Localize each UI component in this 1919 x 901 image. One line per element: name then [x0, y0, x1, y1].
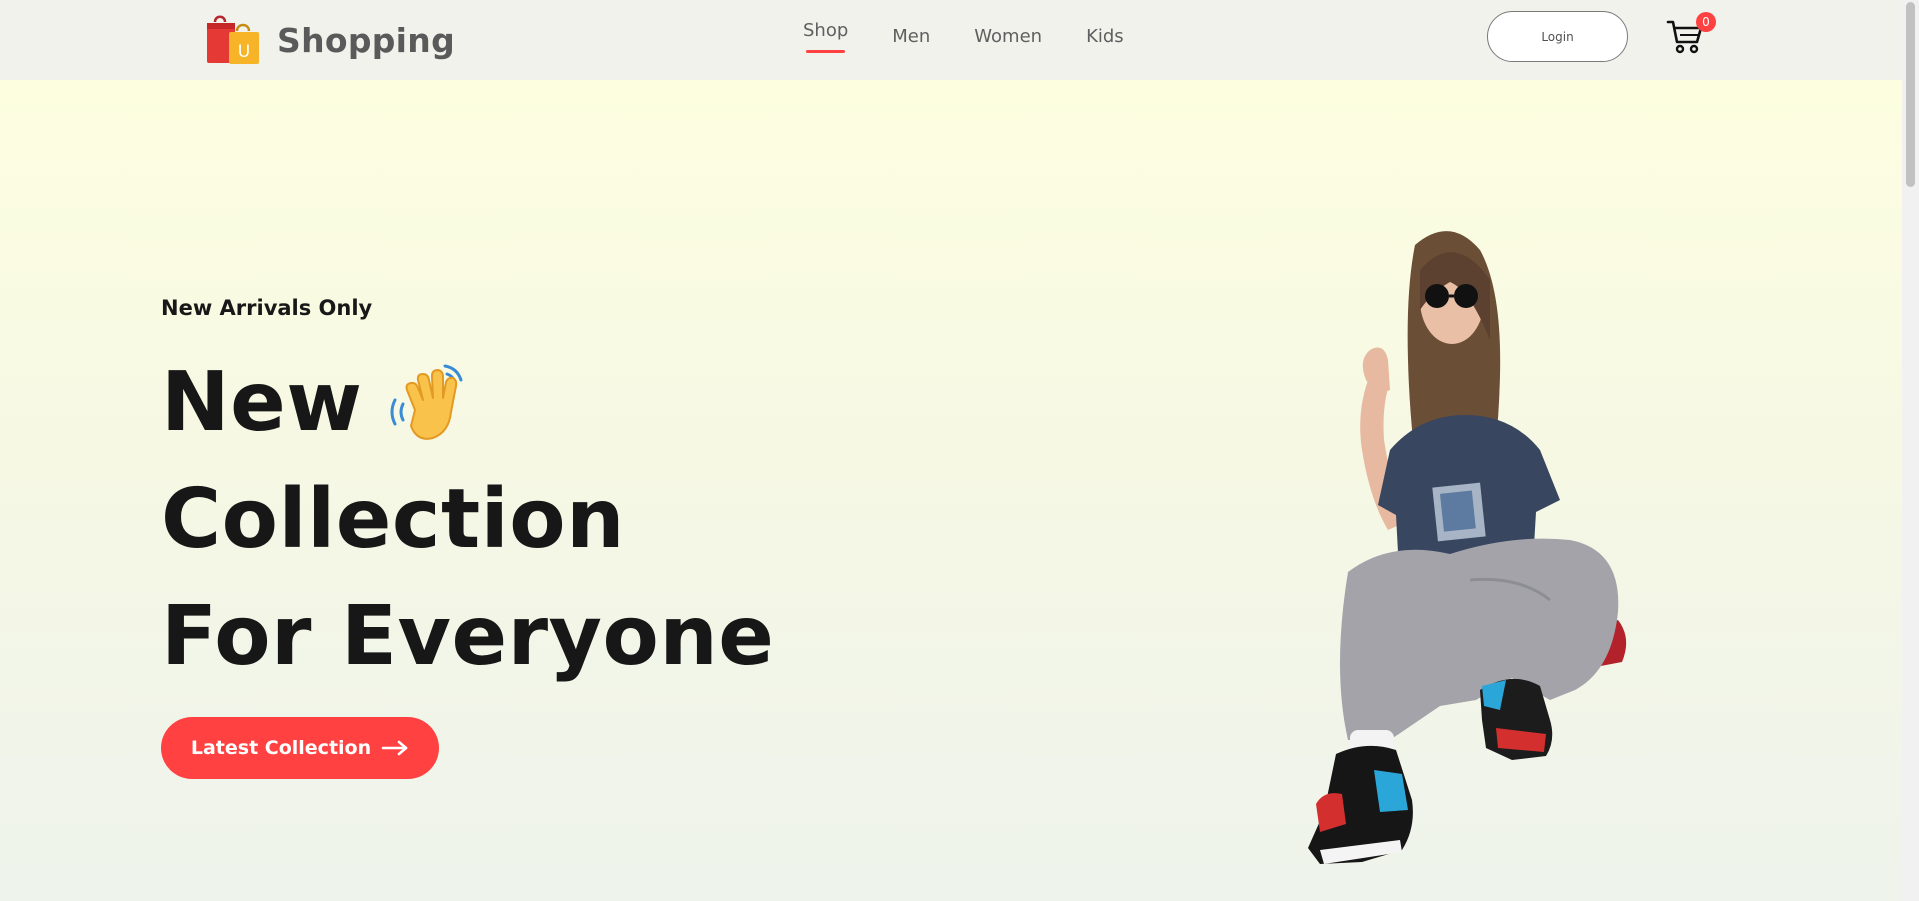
hero-image-container — [1250, 200, 1700, 901]
fashion-model-image — [1308, 231, 1627, 864]
shopping-bag-icon: U — [207, 15, 259, 64]
headline-line-text: New — [161, 355, 363, 450]
scrollbar-thumb[interactable] — [1906, 2, 1915, 187]
nav-item-label: Kids — [1086, 26, 1124, 47]
brand-name: Shopping — [277, 20, 456, 60]
hero-kicker: New Arrivals Only — [161, 296, 373, 320]
cart-count-badge: 0 — [1696, 12, 1716, 32]
cart-button[interactable]: 0 — [1666, 12, 1716, 57]
nav-item-label: Men — [892, 26, 931, 47]
hero-section: New Arrivals Only New Collection For Eve… — [0, 80, 1919, 901]
main-nav: Shop Men Women Kids — [803, 20, 1124, 56]
hero-headline: New Collection For Everyone — [161, 344, 774, 695]
nav-item-shop[interactable]: Shop — [803, 20, 848, 56]
svg-text:U: U — [238, 42, 250, 62]
latest-collection-button[interactable]: Latest Collection — [161, 717, 439, 779]
waving-hand-icon — [390, 364, 462, 440]
navbar: U Shopping Shop Men Women Kids Login 0 — [0, 0, 1919, 80]
headline-line: New — [161, 344, 774, 461]
headline-line-text: For Everyone — [161, 589, 775, 684]
active-nav-indicator — [806, 50, 846, 53]
nav-item-women[interactable]: Women — [974, 20, 1042, 56]
nav-item-kids[interactable]: Kids — [1086, 20, 1124, 56]
nav-item-label: Shop — [803, 20, 849, 41]
nav-item-men[interactable]: Men — [892, 20, 930, 56]
hero-text: New Arrivals Only New Collection For Eve… — [161, 296, 774, 779]
login-button[interactable]: Login — [1487, 11, 1628, 62]
arrow-right-icon — [381, 740, 408, 756]
page-scrollbar[interactable] — [1902, 0, 1919, 901]
page: U Shopping Shop Men Women Kids Login 0 N… — [0, 0, 1919, 901]
logo[interactable]: U Shopping — [205, 12, 455, 68]
headline-line-text: Collection — [161, 472, 625, 567]
cta-label: Latest Collection — [190, 737, 372, 759]
nav-item-label: Women — [974, 26, 1043, 47]
headline-line: Collection — [161, 461, 774, 578]
headline-line: For Everyone — [161, 578, 774, 695]
